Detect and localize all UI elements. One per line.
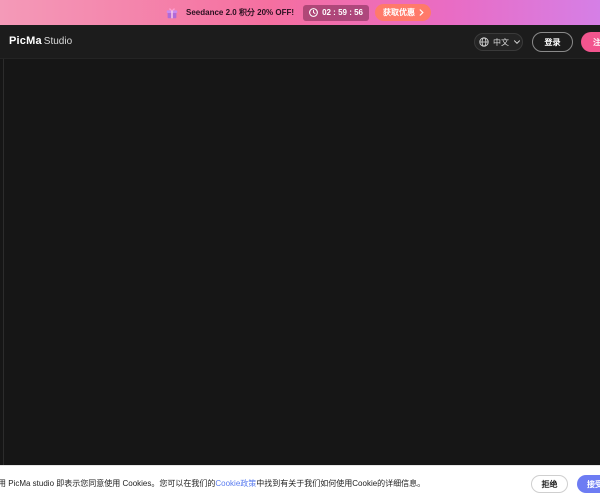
content-divider xyxy=(3,59,4,465)
chevron-right-icon xyxy=(419,9,424,16)
login-label: 登录 xyxy=(544,37,561,47)
language-label: 中文 xyxy=(493,37,509,47)
countdown-timer: 02 : 59 : 56 xyxy=(303,4,369,21)
chevron-down-icon xyxy=(514,40,520,45)
get-offer-label: 获取优惠 xyxy=(382,8,415,17)
register-label: 注 xyxy=(593,37,600,47)
logo-main: PicMa xyxy=(9,35,42,47)
globe-icon xyxy=(479,37,489,47)
clock-icon xyxy=(309,8,318,17)
countdown-value: 02 : 59 : 56 xyxy=(322,8,363,17)
gift-icon xyxy=(166,7,178,18)
language-selector[interactable]: 中文 xyxy=(474,33,523,51)
cookie-message: 用 PicMa studio 即表示您同意使用 Cookies。您可以在我们的C… xyxy=(0,478,425,489)
cookie-consent-bar: 用 PicMa studio 即表示您同意使用 Cookies。您可以在我们的C… xyxy=(0,465,600,500)
accept-label: 接受 xyxy=(587,479,600,489)
promo-banner: Seedance 2.0 积分 20% OFF! 02 : 59 : 56 获取… xyxy=(0,0,600,25)
cookie-policy-link[interactable]: Cookie政策 xyxy=(215,479,256,488)
logo-sub: Studio xyxy=(43,36,73,47)
logo[interactable]: PicMa Studio xyxy=(9,35,72,47)
register-button[interactable]: 注 xyxy=(581,32,600,52)
accept-cookies-button[interactable]: 接受 xyxy=(577,475,600,493)
cookie-text-prefix: 用 PicMa studio 即表示您同意使用 Cookies。您可以在我们的 xyxy=(0,479,216,488)
get-offer-button[interactable]: 获取优惠 xyxy=(374,4,431,21)
main-content xyxy=(0,59,600,465)
reject-cookies-button[interactable]: 拒绝 xyxy=(531,475,568,493)
promo-text: Seedance 2.0 积分 20% OFF! xyxy=(186,8,295,17)
cookie-text-suffix: 中找到有关于我们如何使用Cookie的详细信息。 xyxy=(256,479,426,488)
reject-label: 拒绝 xyxy=(541,479,558,489)
top-header: PicMa Studio 中文 登录 注 xyxy=(0,25,600,59)
login-button[interactable]: 登录 xyxy=(532,32,573,52)
